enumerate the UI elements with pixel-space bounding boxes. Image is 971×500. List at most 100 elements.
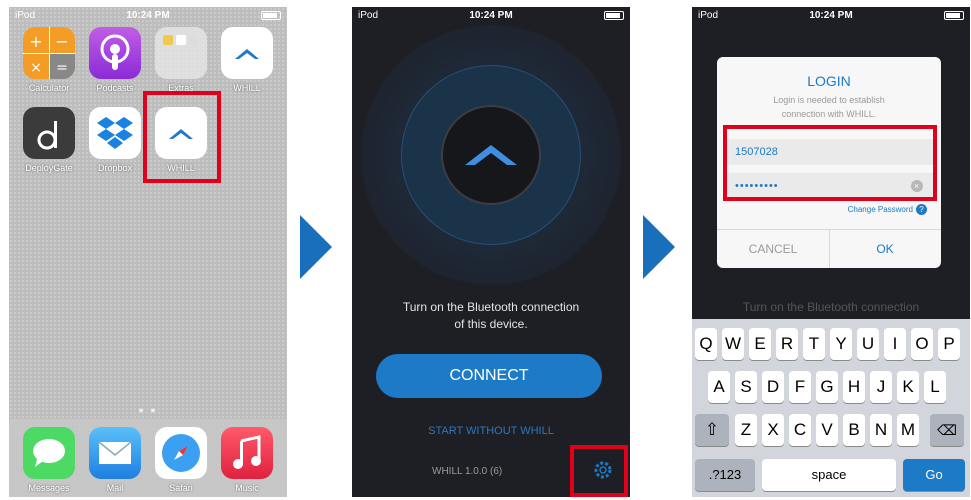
whill-logo-icon <box>221 27 273 79</box>
step-arrow-icon <box>643 215 675 279</box>
backspace-key-icon[interactable]: ⌫ <box>930 414 964 446</box>
key[interactable]: A <box>708 371 730 403</box>
app-safari[interactable]: Safari <box>155 427 207 493</box>
key[interactable]: X <box>762 414 784 446</box>
status-bar: iPod 10:24 PM <box>692 7 970 25</box>
highlight-box <box>723 125 937 201</box>
key[interactable]: F <box>789 371 811 403</box>
login-screen: iPod 10:24 PM Turn on the Bluetooth conn… <box>692 7 970 497</box>
key[interactable]: D <box>762 371 784 403</box>
key[interactable]: Y <box>830 328 852 360</box>
key[interactable]: Z <box>735 414 757 446</box>
app-label: Dropbox <box>97 163 133 173</box>
key[interactable]: U <box>857 328 879 360</box>
app-label: Messages <box>28 483 70 493</box>
home-screen: iPod 10:24 PM + − × = Calculator Podcast… <box>9 7 287 497</box>
deploygate-icon <box>23 107 75 159</box>
background-message: Turn on the Bluetooth connection <box>742 300 920 314</box>
shift-key-icon[interactable]: ⇧ <box>695 414 729 446</box>
start-without-whill-link[interactable]: START WITHOUT WHILL <box>352 425 630 437</box>
key[interactable]: T <box>803 328 825 360</box>
version-label: WHILL 1.0.0 (6) <box>432 466 503 477</box>
status-bar: iPod 10:24 PM <box>9 7 287 25</box>
help-icon: ? <box>916 204 927 215</box>
svg-text:=: = <box>56 60 68 76</box>
svg-text:×: × <box>30 60 42 76</box>
step-arrow-icon <box>300 215 332 279</box>
safari-compass-icon <box>155 427 207 479</box>
app-deploygate[interactable]: DeployGate <box>23 107 75 173</box>
app-messages[interactable]: Messages <box>23 427 75 493</box>
whill-connect-button[interactable] <box>441 105 541 205</box>
battery-icon <box>944 11 964 20</box>
app-label: Mail <box>106 483 124 493</box>
app-label: Music <box>235 483 259 493</box>
go-key[interactable]: Go <box>903 459 965 491</box>
bluetooth-message: Turn on the Bluetooth connection of this… <box>352 299 630 333</box>
key[interactable]: R <box>776 328 798 360</box>
message-line: of this device. <box>454 317 528 331</box>
key[interactable]: C <box>789 414 811 446</box>
key[interactable]: H <box>843 371 865 403</box>
onscreen-keyboard: Q W E R T Y U I O P A S D F G H J K L ⇧ … <box>692 319 970 497</box>
mail-icon <box>89 427 141 479</box>
folder-icon <box>155 27 207 79</box>
dropbox-icon <box>89 107 141 159</box>
key[interactable]: P <box>938 328 960 360</box>
key[interactable]: J <box>870 371 892 403</box>
app-label: Safari <box>169 483 193 493</box>
battery-icon <box>261 11 281 20</box>
app-music[interactable]: Music <box>221 427 273 493</box>
dialog-buttons: CANCEL OK <box>717 229 941 268</box>
key[interactable]: B <box>843 414 865 446</box>
key[interactable]: N <box>870 414 892 446</box>
connect-screen: iPod 10:24 PM Turn on the Bluetooth conn… <box>352 7 630 497</box>
app-label: Podcasts <box>96 83 134 93</box>
change-password-label: Change Password <box>847 205 913 214</box>
dialog-subtitle: Login is needed to establish connection … <box>717 93 941 121</box>
status-time: 10:24 PM <box>469 10 513 21</box>
key[interactable]: I <box>884 328 906 360</box>
message-line: Turn on the Bluetooth connection <box>402 300 580 314</box>
app-calculator[interactable]: + − × = Calculator <box>23 27 75 93</box>
battery-icon <box>604 11 624 20</box>
mode-key[interactable]: .?123 <box>695 459 755 491</box>
status-time: 10:24 PM <box>126 10 170 21</box>
subtitle-line: Login is needed to establish <box>773 95 885 105</box>
messages-icon <box>23 427 75 479</box>
key[interactable]: Q <box>695 328 717 360</box>
connect-button[interactable]: CONNECT <box>376 354 602 398</box>
podcasts-icon <box>89 27 141 79</box>
status-time: 10:24 PM <box>809 10 853 21</box>
key[interactable]: G <box>816 371 838 403</box>
ok-button[interactable]: OK <box>829 230 941 268</box>
app-whill[interactable]: WHILL <box>221 27 273 93</box>
whill-logo-icon <box>465 145 517 165</box>
app-dropbox[interactable]: Dropbox <box>89 107 141 173</box>
key[interactable]: W <box>722 328 744 360</box>
status-bar: iPod 10:24 PM <box>352 7 630 25</box>
app-label: Calculator <box>28 83 70 93</box>
highlight-box <box>570 445 628 497</box>
dialog-title: LOGIN <box>807 73 851 89</box>
app-folder-extras[interactable]: Extras <box>155 27 207 93</box>
key[interactable]: M <box>897 414 919 446</box>
key[interactable]: O <box>911 328 933 360</box>
app-label: DeployGate <box>25 163 73 173</box>
svg-text:−: − <box>55 32 68 51</box>
app-mail[interactable]: Mail <box>89 427 141 493</box>
change-password-link[interactable]: Change Password? <box>848 204 927 215</box>
subtitle-line: connection with WHILL. <box>781 109 877 119</box>
key[interactable]: S <box>735 371 757 403</box>
highlight-box <box>143 91 221 183</box>
cancel-button[interactable]: CANCEL <box>717 230 830 268</box>
key[interactable]: E <box>749 328 771 360</box>
key[interactable]: K <box>897 371 919 403</box>
music-note-icon <box>221 427 273 479</box>
svg-text:+: + <box>29 32 42 51</box>
key[interactable]: V <box>816 414 838 446</box>
app-podcasts[interactable]: Podcasts <box>89 27 141 93</box>
space-key[interactable]: space <box>762 459 896 491</box>
calculator-icon: + − × = <box>23 27 75 79</box>
key[interactable]: L <box>924 371 946 403</box>
